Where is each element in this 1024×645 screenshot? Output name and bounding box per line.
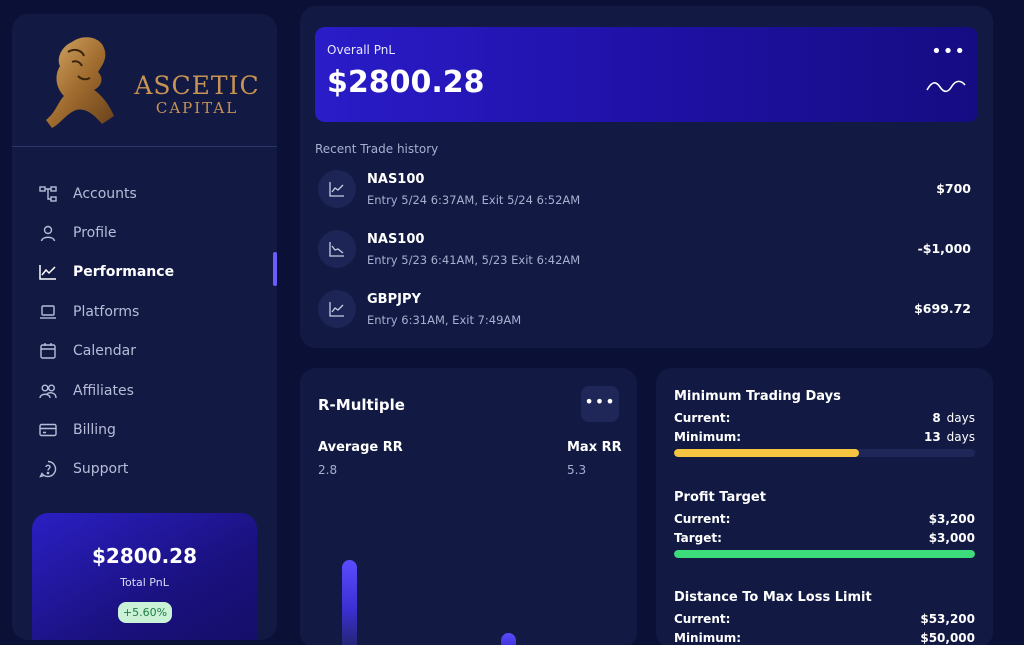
trade-value: $699.72	[914, 301, 971, 316]
objective-key: Minimum:	[674, 430, 742, 444]
objective-value: $50,000	[920, 631, 975, 645]
sidebar-item-affiliates[interactable]: Affiliates	[12, 371, 277, 410]
objective-key: Target:	[674, 531, 722, 545]
r-multiple-title: R-Multiple	[318, 396, 405, 414]
users-icon	[39, 382, 57, 400]
trade-detail: Entry 5/23 6:41AM, 5/23 Exit 6:42AM	[367, 253, 581, 267]
objective-value: $53,200	[920, 612, 975, 626]
statue-logo-icon	[46, 37, 114, 129]
more-options-icon[interactable]: •••	[931, 41, 966, 62]
objective-key: Current:	[674, 411, 731, 425]
trade-row[interactable]: GBPJPY Entry 6:31AM, Exit 7:49AM $699.72	[315, 286, 978, 346]
objective-value: $3,000	[928, 531, 975, 545]
trade-detail: Entry 5/24 6:37AM, Exit 5/24 6:52AM	[367, 193, 581, 207]
sidebar-divider	[12, 146, 277, 147]
objective-max-loss-distance: Distance To Max Loss Limit Current: $53,…	[674, 590, 975, 645]
objective-key: Current:	[674, 612, 731, 626]
trade-symbol: NAS100	[367, 232, 425, 247]
trade-symbol: NAS100	[367, 172, 425, 187]
average-rr-value: 2.8	[318, 463, 338, 477]
sidebar-item-billing[interactable]: Billing	[12, 410, 277, 449]
progress-track	[674, 449, 975, 457]
pnl-overview-panel: Overall PnL $2800.28 ••• Recent Trade hi…	[300, 6, 993, 348]
r-multiple-bar	[501, 633, 516, 645]
objective-min-trading-days: Minimum Trading Days Current: 8 days Mini…	[674, 389, 975, 457]
trade-value: -$1,000	[917, 241, 971, 256]
trend-up-icon	[318, 170, 356, 208]
trade-row[interactable]: NAS100 Entry 5/24 6:37AM, Exit 5/24 6:52…	[315, 166, 978, 226]
laptop-icon	[39, 303, 57, 321]
trading-objectives-panel: Minimum Trading Days Current: 8 days Mini…	[656, 368, 993, 645]
overall-pnl-amount: $2800.28	[327, 65, 485, 100]
calendar-icon	[39, 342, 57, 360]
sidebar-nav: Accounts Profile Performance Platforms C…	[12, 174, 277, 489]
sparkline-icon	[926, 80, 966, 93]
brand-line-2: CAPITAL	[155, 99, 239, 117]
sidebar-item-label: Billing	[73, 422, 116, 439]
brand-line-1: ASCETIC	[134, 71, 260, 100]
total-pnl-amount: $2800.28	[91, 544, 197, 568]
trade-symbol: GBPJPY	[367, 292, 421, 307]
r-multiple-panel: R-Multiple ••• Average RR 2.8 Max RR 5.3	[300, 368, 637, 645]
hierarchy-icon	[39, 185, 57, 203]
r-multiple-more-button[interactable]: •••	[581, 386, 619, 422]
sidebar-item-profile[interactable]: Profile	[12, 213, 277, 252]
trend-down-icon	[318, 230, 356, 268]
sidebar-item-performance[interactable]: Performance	[12, 253, 277, 292]
objective-value: 13 days	[923, 430, 975, 444]
objective-value: $3,200	[928, 512, 975, 526]
line-chart-icon	[39, 263, 57, 281]
credit-card-icon	[39, 421, 57, 439]
r-multiple-bar	[342, 560, 357, 645]
sidebar-item-label: Platforms	[73, 303, 140, 320]
sidebar-item-label: Profile	[73, 225, 117, 242]
total-pnl-label: Total PnL	[120, 576, 169, 589]
sidebar-item-label: Accounts	[73, 185, 137, 202]
objective-row: Minimum: $50,000	[674, 629, 975, 645]
trade-history-list: NAS100 Entry 5/24 6:37AM, Exit 5/24 6:52…	[315, 166, 978, 346]
brand-logo[interactable]: ASCETIC CAPITAL	[42, 32, 267, 144]
trend-up-icon	[318, 290, 356, 328]
sidebar-item-label: Calendar	[73, 343, 136, 360]
progress-fill	[674, 449, 860, 457]
sidebar-item-label: Affiliates	[73, 382, 134, 399]
objective-row: Minimum: 13 days	[674, 428, 975, 447]
objective-key: Current:	[674, 512, 731, 526]
objective-title: Profit Target	[674, 490, 766, 505]
user-icon	[39, 224, 57, 242]
sidebar-item-support[interactable]: Support	[12, 450, 277, 489]
sidebar-item-platforms[interactable]: Platforms	[12, 292, 277, 331]
average-rr-label: Average RR	[318, 440, 403, 455]
objective-value: 8 days	[932, 411, 975, 425]
objective-profit-target: Profit Target Current: $3,200 Target: $3…	[674, 490, 975, 558]
help-icon	[39, 460, 57, 479]
sidebar-item-calendar[interactable]: Calendar	[12, 332, 277, 371]
total-pnl-card: $2800.28 Total PnL +5.60%	[32, 513, 257, 640]
sidebar-item-label: Performance	[73, 264, 175, 281]
trade-detail: Entry 6:31AM, Exit 7:49AM	[367, 313, 522, 327]
objective-row: Current: $53,200	[674, 610, 975, 629]
progress-track	[674, 550, 975, 558]
objective-key: Minimum:	[674, 631, 742, 645]
max-rr-label: Max RR	[567, 440, 622, 455]
recent-trades-title: Recent Trade history	[315, 142, 439, 156]
objective-title: Minimum Trading Days	[674, 389, 841, 404]
active-nav-indicator	[273, 252, 277, 286]
max-rr-value: 5.3	[567, 463, 587, 477]
progress-fill	[674, 550, 975, 558]
trade-row[interactable]: NAS100 Entry 5/23 6:41AM, 5/23 Exit 6:42…	[315, 226, 978, 286]
overall-pnl-card: Overall PnL $2800.28 •••	[315, 27, 978, 122]
objective-title: Distance To Max Loss Limit	[674, 590, 872, 605]
sidebar-item-accounts[interactable]: Accounts	[12, 174, 277, 213]
objective-row: Current: 8 days	[674, 409, 975, 428]
trade-value: $700	[936, 181, 971, 196]
objective-row: Target: $3,000	[674, 529, 975, 548]
objective-row: Current: $3,200	[674, 510, 975, 529]
pnl-change-badge: +5.60%	[118, 602, 172, 623]
brand-wordmark: ASCETIC CAPITAL	[127, 71, 267, 117]
sidebar: ASCETIC CAPITAL Accounts Profile Perform…	[12, 14, 277, 640]
sidebar-item-label: Support	[73, 461, 129, 478]
overall-pnl-label: Overall PnL	[327, 43, 396, 57]
